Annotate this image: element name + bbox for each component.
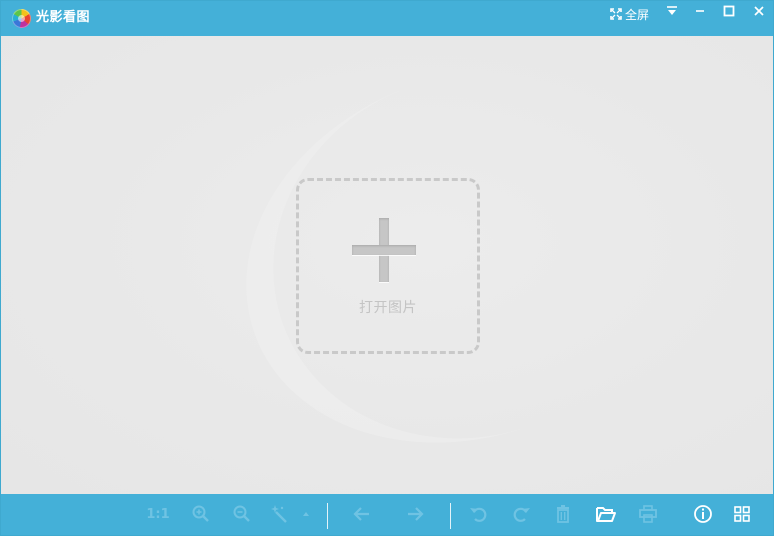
image-viewer-area[interactable]: 打开图片: [1, 36, 773, 494]
rotate-right-button[interactable]: [509, 504, 533, 526]
fullscreen-button[interactable]: 全屏: [610, 5, 649, 23]
info-button[interactable]: [691, 504, 715, 526]
maximize-button[interactable]: [719, 5, 739, 23]
zoom-in-icon: [192, 505, 209, 522]
grid-view-button[interactable]: [730, 504, 754, 526]
zoom-out-button[interactable]: [230, 504, 254, 526]
effects-dropdown-button[interactable]: [299, 504, 313, 526]
plus-icon-bar: [352, 245, 416, 255]
close-icon: [754, 6, 764, 16]
rotate-left-button[interactable]: [467, 504, 491, 526]
zoom-out-icon: [233, 505, 250, 522]
app-window: 光影看图 全屏 打开图片 1:1: [0, 0, 774, 536]
toolbar-separator: [327, 503, 328, 529]
fullscreen-label: 全屏: [625, 7, 650, 22]
minimize-button[interactable]: [690, 5, 710, 23]
fullscreen-icon: [610, 8, 622, 20]
rotate-right-icon: [513, 507, 530, 522]
open-folder-button[interactable]: [594, 504, 618, 526]
app-title: 光影看图: [36, 10, 91, 25]
print-icon: [639, 505, 657, 523]
print-button[interactable]: [636, 504, 660, 526]
bottom-toolbar: 1:1: [1, 494, 773, 535]
open-image-label: 打开图片: [359, 300, 417, 316]
menu-icon: [667, 6, 677, 15]
delete-button[interactable]: [551, 504, 575, 526]
close-button[interactable]: [749, 5, 769, 23]
zoom-in-button[interactable]: [189, 504, 213, 526]
grid-icon: [734, 506, 750, 522]
app-logo-icon: [12, 9, 31, 28]
actual-size-button[interactable]: 1:1: [145, 504, 171, 526]
magic-wand-icon: [271, 505, 287, 523]
info-icon: [694, 505, 712, 523]
open-folder-icon: [596, 507, 616, 522]
previous-image-button[interactable]: [350, 504, 374, 526]
dropdown-arrow-icon: [303, 512, 309, 516]
next-image-button[interactable]: [403, 504, 427, 526]
toolbar-separator: [450, 503, 451, 529]
minimize-icon: [696, 10, 704, 12]
title-bar[interactable]: 光影看图 全屏: [1, 1, 773, 36]
maximize-icon: [723, 5, 735, 17]
rotate-left-icon: [470, 507, 487, 522]
menu-button[interactable]: [662, 5, 682, 23]
delete-icon: [557, 505, 569, 523]
prev-arrow-icon: [353, 507, 369, 521]
open-image-dropzone[interactable]: 打开图片: [296, 178, 480, 354]
magic-wand-button[interactable]: [268, 504, 292, 526]
next-arrow-icon: [408, 507, 424, 521]
